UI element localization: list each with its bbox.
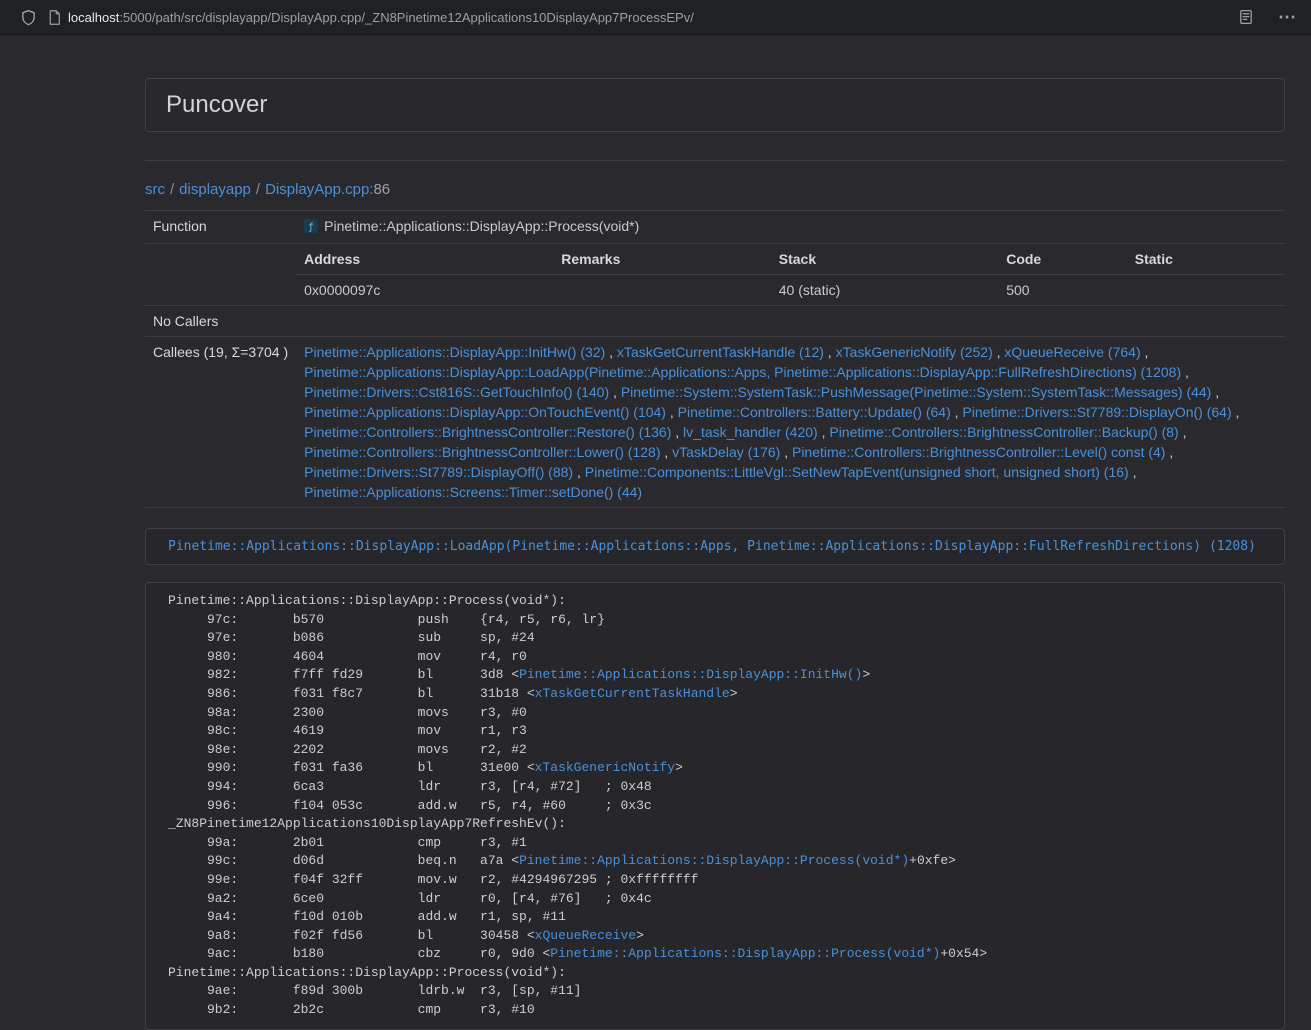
callee-link[interactable]: Pinetime::Applications::DisplayApp::Load… — [304, 364, 1181, 380]
breadcrumb-separator: / — [170, 181, 174, 198]
overflow-menu-icon[interactable]: ⋯ — [1278, 8, 1297, 26]
code-value: 500 — [998, 275, 1127, 306]
highlighted-callee-box: Pinetime::Applications::DisplayApp::Load… — [145, 528, 1285, 565]
disassembly-symbol-link[interactable]: xTaskGenericNotify — [535, 760, 675, 775]
function-cell: ƒ Pinetime::Applications::DisplayApp::Pr… — [296, 211, 1285, 244]
callee-link[interactable]: xTaskGetCurrentTaskHandle (12) — [617, 344, 824, 360]
breadcrumb-line-number: 86 — [373, 181, 390, 198]
callees-row: Callees (19, Σ=3704 ) Pinetime::Applicat… — [145, 337, 1285, 508]
address-column-header: Address — [296, 244, 553, 275]
callee-link[interactable]: Pinetime::Applications::DisplayApp::Init… — [304, 344, 605, 360]
static-value — [1127, 275, 1285, 306]
callees-list: Pinetime::Applications::DisplayApp::Init… — [296, 337, 1285, 508]
no-callers-label: No Callers — [145, 306, 296, 337]
disassembly-symbol-link[interactable]: Pinetime::Applications::DisplayApp::Proc… — [550, 946, 940, 961]
function-name: Pinetime::Applications::DisplayApp::Proc… — [324, 218, 639, 234]
url-host: localhost — [68, 10, 119, 25]
breadcrumb-separator: / — [256, 181, 260, 198]
callee-link[interactable]: Pinetime::Applications::DisplayApp::OnTo… — [304, 404, 666, 420]
url-text[interactable]: localhost:5000/path/src/displayapp/Displ… — [68, 10, 694, 25]
function-type-icon: ƒ — [304, 218, 318, 238]
symbol-table: Function ƒ Pinetime::Applications::Displ… — [145, 210, 1285, 508]
callee-link[interactable]: Pinetime::Controllers::Battery::Update()… — [678, 404, 951, 420]
static-column-header: Static — [1127, 244, 1285, 275]
stats-table: Address Remarks Stack Code Static 0x0000… — [296, 244, 1285, 305]
no-callers-cell — [296, 306, 1285, 337]
function-row: Function ƒ Pinetime::Applications::Displ… — [145, 211, 1285, 244]
disassembly-symbol-link[interactable]: xQueueReceive — [535, 928, 636, 943]
browser-address-bar[interactable]: localhost:5000/path/src/displayapp/Displ… — [0, 0, 1311, 35]
stats-row-label — [145, 244, 296, 306]
stack-column-header: Stack — [771, 244, 998, 275]
svg-text:ƒ: ƒ — [308, 222, 314, 233]
disassembly-symbol-link[interactable]: Pinetime::Applications::DisplayApp::Proc… — [519, 853, 909, 868]
callee-link[interactable]: Pinetime::Controllers::BrightnessControl… — [829, 424, 1178, 440]
stats-header-row: Address Remarks Stack Code Static — [296, 244, 1285, 275]
callees-label: Callees (19, Σ=3704 ) — [145, 337, 296, 508]
disassembly-symbol-link[interactable]: xTaskGetCurrentTaskHandle — [535, 686, 730, 701]
app-header-panel: Puncover — [145, 78, 1285, 132]
disassembly-box: Pinetime::Applications::DisplayApp::Proc… — [145, 582, 1285, 1030]
shield-icon[interactable] — [21, 9, 36, 26]
stats-row: Address Remarks Stack Code Static 0x0000… — [145, 244, 1285, 306]
breadcrumb-src-link[interactable]: src — [145, 181, 165, 198]
url-path: :5000/path/src/displayapp/DisplayApp.cpp… — [119, 10, 694, 25]
page-title: Puncover — [166, 92, 1264, 118]
address-value: 0x0000097c — [296, 275, 553, 306]
disassembly-code: Pinetime::Applications::DisplayApp::Proc… — [168, 593, 987, 1017]
callee-link[interactable]: Pinetime::Controllers::BrightnessControl… — [792, 444, 1165, 460]
stats-cell: Address Remarks Stack Code Static 0x0000… — [296, 244, 1285, 306]
highlighted-callee-link[interactable]: Pinetime::Applications::DisplayApp::Load… — [168, 539, 1256, 554]
callee-link[interactable]: Pinetime::Drivers::St7789::DisplayOff() … — [304, 464, 573, 480]
callee-link[interactable]: xQueueReceive (764) — [1004, 344, 1140, 360]
callee-link[interactable]: Pinetime::Controllers::BrightnessControl… — [304, 424, 671, 440]
breadcrumb-displayapp-link[interactable]: displayapp — [179, 181, 251, 198]
disassembly-symbol-link[interactable]: Pinetime::Applications::DisplayApp::Init… — [519, 667, 862, 682]
callee-link[interactable]: xTaskGenericNotify (252) — [836, 344, 993, 360]
no-callers-row: No Callers — [145, 306, 1285, 337]
callee-link[interactable]: Pinetime::Applications::Screens::Timer::… — [304, 484, 642, 500]
reader-mode-icon[interactable] — [1238, 9, 1254, 25]
callee-link[interactable]: Pinetime::Drivers::Cst816S::GetTouchInfo… — [304, 384, 609, 400]
callee-link[interactable]: Pinetime::System::SystemTask::PushMessag… — [621, 384, 1212, 400]
divider — [145, 160, 1285, 161]
callee-link[interactable]: Pinetime::Drivers::St7789::DisplayOn() (… — [962, 404, 1231, 420]
remarks-value — [553, 275, 771, 306]
stats-value-row: 0x0000097c 40 (static) 500 — [296, 275, 1285, 306]
callee-link[interactable]: Pinetime::Controllers::BrightnessControl… — [304, 444, 660, 460]
callee-link[interactable]: Pinetime::Components::LittleVgl::SetNewT… — [585, 464, 1129, 480]
remarks-column-header: Remarks — [553, 244, 771, 275]
function-row-label: Function — [145, 211, 296, 244]
page-info-icon[interactable] — [48, 10, 60, 25]
callee-link[interactable]: lv_task_handler (420) — [683, 424, 818, 440]
page-content: Puncover src / displayapp / DisplayApp.cpp:8… — [145, 35, 1285, 1030]
code-column-header: Code — [998, 244, 1127, 275]
breadcrumb: src / displayapp / DisplayApp.cpp:86 — [145, 179, 1285, 200]
callee-link[interactable]: vTaskDelay (176) — [672, 444, 780, 460]
breadcrumb-file-link[interactable]: DisplayApp.cpp: — [265, 181, 373, 198]
stack-value: 40 (static) — [771, 275, 998, 306]
